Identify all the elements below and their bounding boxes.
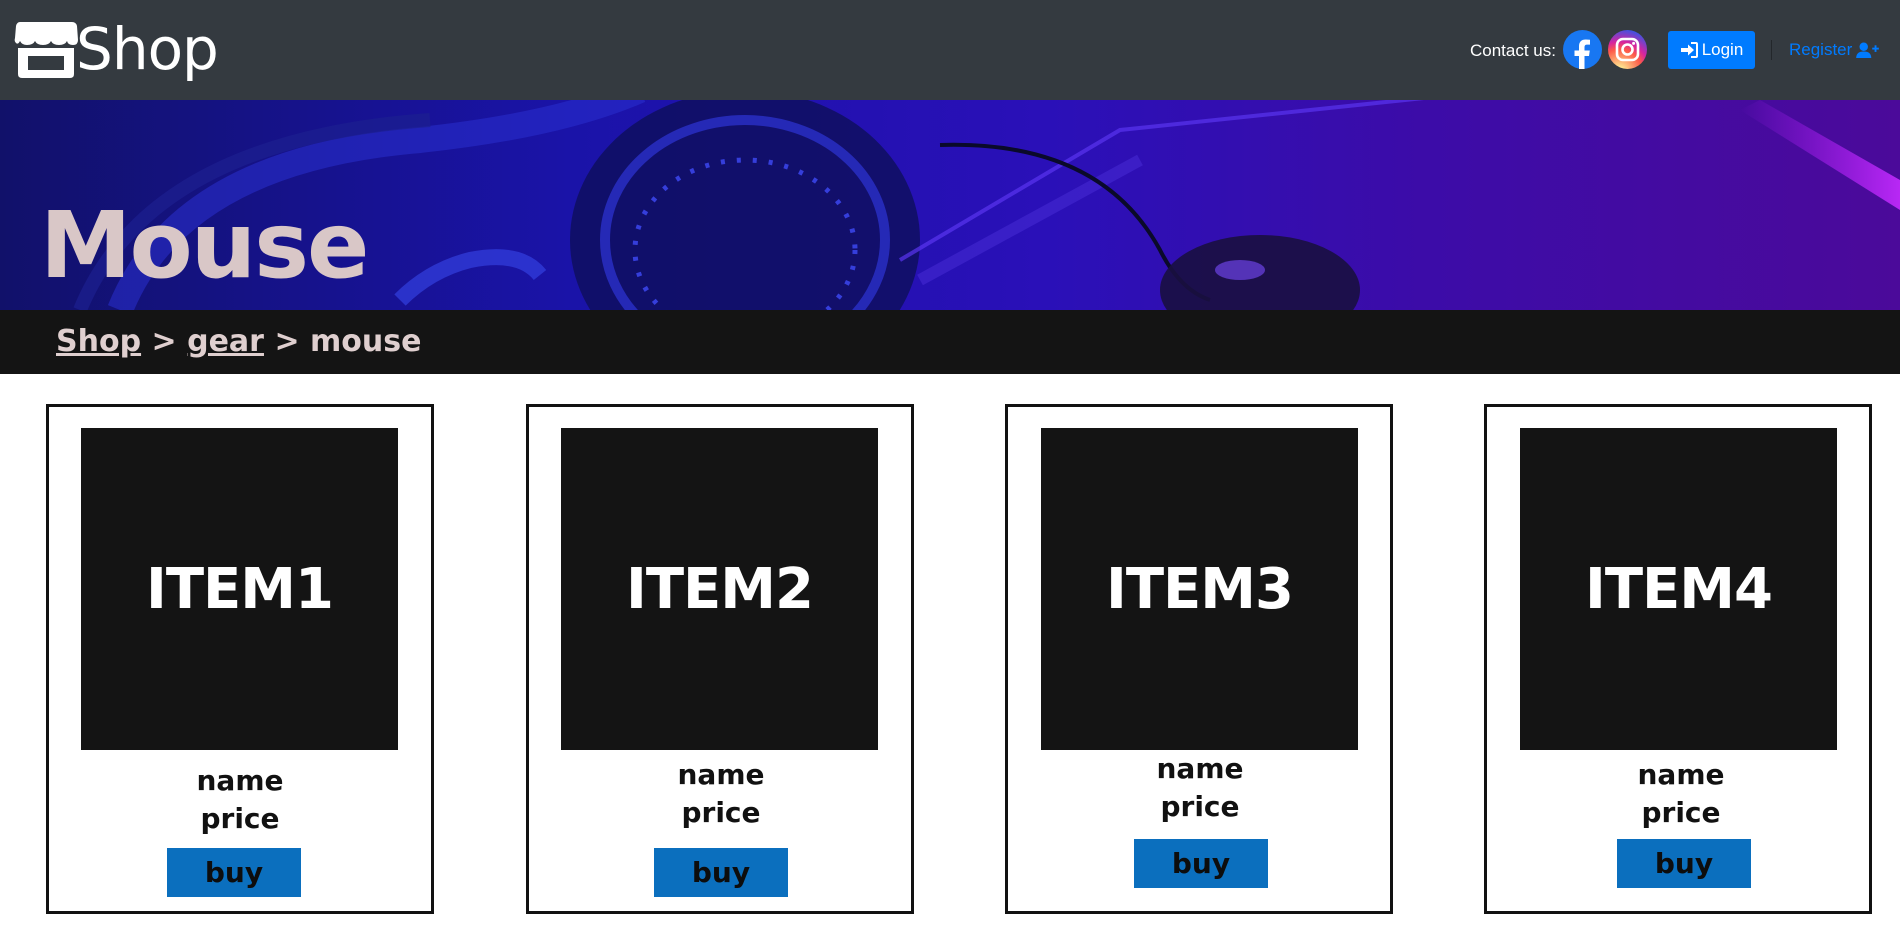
- nav-divider: [1771, 40, 1772, 60]
- breadcrumb-separator: >: [274, 324, 300, 359]
- breadcrumb-gear-link[interactable]: gear: [187, 324, 264, 359]
- breadcrumb-shop-link[interactable]: Shop: [56, 324, 141, 359]
- category-title: Mouse: [40, 192, 369, 299]
- product-image-label: ITEM3: [1106, 556, 1294, 622]
- product-name: name: [196, 764, 284, 797]
- product-image-label: ITEM4: [1585, 556, 1773, 622]
- product-name: name: [1156, 752, 1244, 785]
- top-navbar: Shop Contact us: Login Register: [0, 0, 1900, 100]
- facebook-icon: [1574, 39, 1590, 69]
- product-card: ITEM3 name price buy: [1005, 404, 1393, 914]
- product-image[interactable]: ITEM1: [81, 428, 398, 750]
- product-price: price: [1160, 790, 1240, 823]
- product-price: price: [200, 802, 280, 835]
- buy-button[interactable]: buy: [654, 848, 788, 897]
- instagram-link[interactable]: [1608, 30, 1647, 69]
- product-image[interactable]: ITEM4: [1520, 428, 1837, 750]
- product-name: name: [677, 758, 765, 791]
- product-price: price: [681, 796, 761, 829]
- product-price: price: [1641, 796, 1721, 829]
- login-button[interactable]: Login: [1668, 31, 1755, 69]
- login-label: Login: [1701, 40, 1744, 59]
- storefront-icon: [14, 22, 78, 78]
- product-image[interactable]: ITEM2: [561, 428, 878, 750]
- breadcrumb-current: mouse: [310, 324, 422, 359]
- brand-link[interactable]: Shop: [14, 15, 219, 83]
- buy-button[interactable]: buy: [1134, 839, 1268, 888]
- product-card: ITEM4 name price buy: [1484, 404, 1872, 914]
- sign-in-icon: [1680, 42, 1698, 58]
- product-name: name: [1637, 758, 1725, 791]
- breadcrumb-bar: Shop > gear > mouse: [0, 310, 1900, 374]
- contact-label: Contact us:: [1470, 41, 1556, 60]
- brand-name: Shop: [76, 15, 219, 83]
- hero-banner: Mouse: [0, 100, 1900, 310]
- instagram-icon: [1615, 37, 1640, 62]
- buy-button[interactable]: buy: [1617, 839, 1751, 888]
- register-link[interactable]: Register: [1789, 40, 1880, 60]
- register-label: Register: [1789, 40, 1853, 59]
- product-card: ITEM1 name price buy: [46, 404, 434, 914]
- buy-button[interactable]: buy: [167, 848, 301, 897]
- breadcrumb-separator: >: [151, 324, 177, 359]
- product-image[interactable]: ITEM3: [1041, 428, 1358, 750]
- breadcrumb: Shop > gear > mouse: [56, 324, 421, 360]
- user-plus-icon: [1856, 41, 1880, 58]
- product-card: ITEM2 name price buy: [526, 404, 914, 914]
- product-image-label: ITEM2: [626, 556, 814, 622]
- product-image-label: ITEM1: [146, 556, 334, 622]
- facebook-link[interactable]: [1563, 30, 1602, 69]
